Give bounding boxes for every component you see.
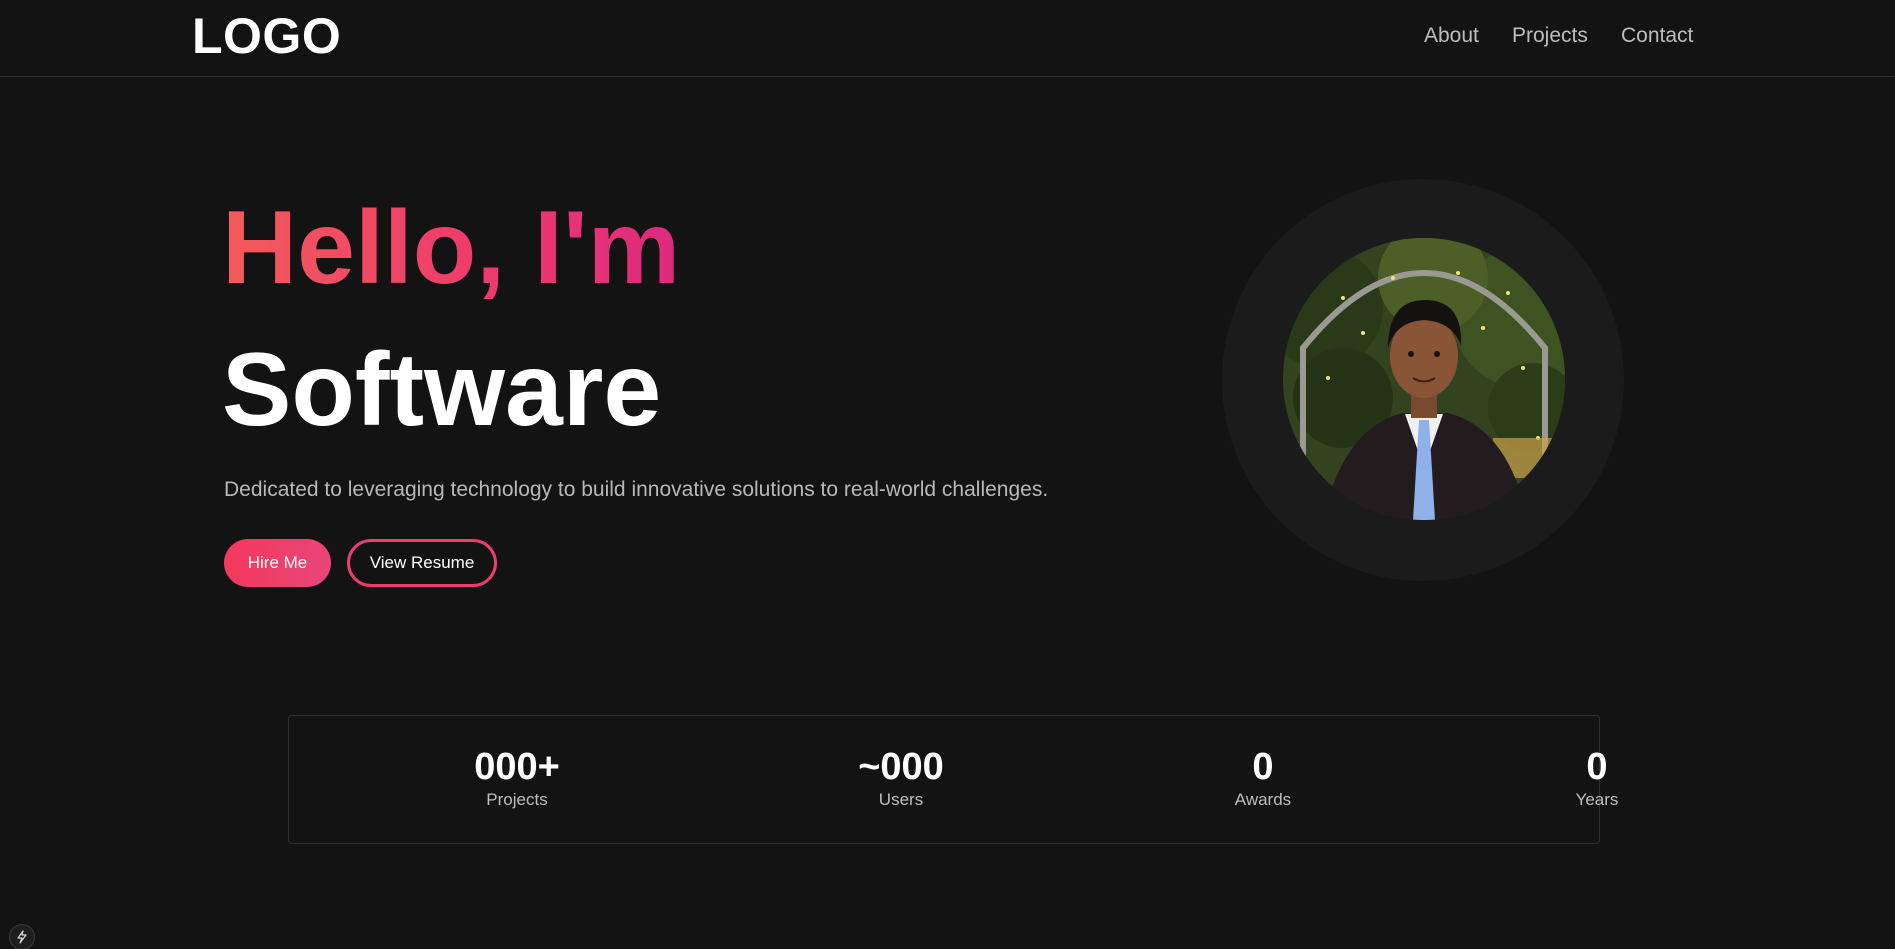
stat-label: Projects <box>486 790 548 809</box>
stat-value: 0 <box>1586 746 1608 788</box>
hero-greeting: Hello, I'm <box>222 190 681 306</box>
page: LOGO About Projects Contact Hello, I'm S… <box>0 0 1895 949</box>
nav-link-about[interactable]: About <box>1424 22 1479 50</box>
hero-role: Software <box>222 332 662 448</box>
stat-projects: 000+ Projects <box>417 746 617 812</box>
stat-value: 0 <box>1252 746 1274 788</box>
dev-tools-badge[interactable] <box>9 924 35 949</box>
stat-label: Users <box>878 790 924 809</box>
hire-me-button[interactable]: Hire Me <box>224 539 331 587</box>
stat-awards: 0 Awards <box>1163 746 1363 812</box>
main-nav: About Projects Contact <box>0 22 1895 52</box>
view-resume-button[interactable]: View Resume <box>347 539 497 587</box>
stat-label: Years <box>1575 790 1619 809</box>
profile-photo-illustration <box>1283 238 1565 520</box>
lightning-icon <box>17 930 27 944</box>
stat-users: ~000 Users <box>801 746 1001 812</box>
stat-years: 0 Years <box>1497 746 1697 812</box>
nav-link-contact[interactable]: Contact <box>1621 22 1693 50</box>
hero-description: Dedicated to leveraging technology to bu… <box>224 478 1049 501</box>
stat-label: Awards <box>1234 790 1292 809</box>
stat-value: 000+ <box>474 746 560 788</box>
profile-photo <box>1283 238 1565 520</box>
stat-value: ~000 <box>858 746 944 788</box>
stats-panel: 000+ Projects ~000 Users 0 Awards 0 Year… <box>288 715 1618 844</box>
site-header: LOGO About Projects Contact <box>0 0 1895 77</box>
nav-link-projects[interactable]: Projects <box>1512 22 1588 50</box>
